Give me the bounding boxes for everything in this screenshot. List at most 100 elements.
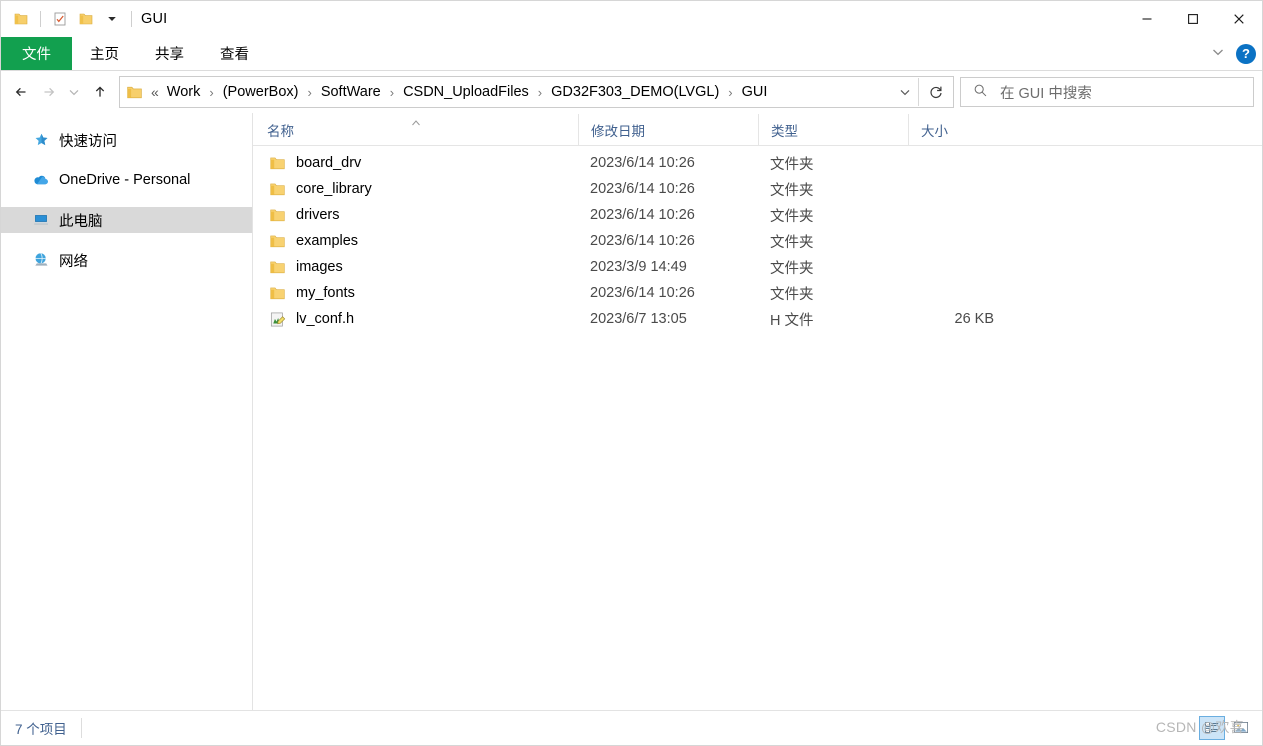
column-header-label: 类型 [771, 123, 798, 139]
title-bar: GUI [1, 1, 1262, 37]
expand-ribbon-chevron-icon[interactable] [1210, 44, 1226, 63]
file-date: 2023/6/14 10:26 [590, 285, 695, 301]
file-type: 文件夹 [770, 208, 814, 225]
column-header-name[interactable]: 名称 [253, 114, 578, 145]
breadcrumb-overflow[interactable]: « [149, 84, 163, 100]
back-button[interactable] [9, 77, 35, 107]
column-header-label: 大小 [921, 123, 948, 139]
view-mode-buttons [1199, 711, 1254, 744]
file-type: 文件夹 [770, 260, 814, 277]
file-date: 2023/6/14 10:26 [590, 181, 695, 197]
breadcrumb: « Work › (PowerBox) › SoftWare › CSDN_Up… [120, 82, 892, 102]
file-type: 文件夹 [770, 234, 814, 251]
up-button[interactable] [87, 77, 113, 107]
table-row[interactable]: images 2023/3/9 14:49 文件夹 [253, 254, 1262, 280]
file-name: drivers [296, 207, 340, 223]
explorer-body: 快速访问 OneDrive - Personal 此电脑 网络 名称 修改日期 … [1, 113, 1262, 710]
file-name: core_library [296, 181, 372, 197]
tab-share[interactable]: 共享 [137, 37, 202, 70]
new-folder-icon[interactable] [74, 7, 98, 31]
breadcrumb-item-0[interactable]: Work [163, 82, 205, 102]
sidebar-item-label: 网络 [59, 253, 88, 270]
breadcrumb-separator-0[interactable]: › [204, 85, 218, 100]
breadcrumb-item-5[interactable]: GUI [738, 82, 772, 102]
qat-separator-1 [40, 11, 41, 27]
sidebar-item-this-pc[interactable]: 此电脑 [1, 207, 252, 233]
qat-separator-2 [131, 11, 132, 27]
maximize-button[interactable] [1170, 1, 1216, 37]
search-box[interactable]: 在 GUI 中搜索 [960, 77, 1254, 107]
sidebar-item-quick-access[interactable]: 快速访问 [1, 127, 252, 153]
file-name-cell: board_drv [253, 155, 578, 172]
column-header-size[interactable]: 大小 [908, 114, 1008, 145]
sidebar-item-label: 快速访问 [59, 133, 117, 150]
breadcrumb-item-2[interactable]: SoftWare [317, 82, 385, 102]
properties-icon[interactable] [48, 7, 72, 31]
column-header-label: 修改日期 [591, 123, 645, 139]
folder-icon [267, 155, 287, 172]
file-type: 文件夹 [770, 182, 814, 199]
tab-file[interactable]: 文件 [1, 37, 72, 70]
folder-icon [267, 285, 287, 302]
breadcrumb-item-1[interactable]: (PowerBox) [219, 82, 303, 102]
breadcrumb-dropdown-icon[interactable] [892, 78, 918, 106]
table-row[interactable]: drivers 2023/6/14 10:26 文件夹 [253, 202, 1262, 228]
breadcrumb-bar[interactable]: « Work › (PowerBox) › SoftWare › CSDN_Up… [119, 76, 954, 108]
sidebar-item-onedrive[interactable]: OneDrive - Personal [1, 167, 252, 193]
sort-ascending-icon [411, 115, 421, 126]
header-file-icon [267, 311, 287, 328]
large-icons-view-icon[interactable] [1228, 716, 1254, 740]
search-input[interactable]: 在 GUI 中搜索 [1000, 82, 1092, 103]
refresh-icon[interactable] [919, 78, 953, 106]
table-row[interactable]: examples 2023/6/14 10:26 文件夹 [253, 228, 1262, 254]
table-row[interactable]: my_fonts 2023/6/14 10:26 文件夹 [253, 280, 1262, 306]
sidebar-item-label: 此电脑 [59, 213, 103, 230]
file-name-cell: my_fonts [253, 285, 578, 302]
ribbon-right-controls: ? [1210, 37, 1256, 70]
file-name: board_drv [296, 155, 362, 171]
file-date: 2023/3/9 14:49 [590, 259, 687, 275]
file-name: my_fonts [296, 285, 355, 301]
window-title: GUI [141, 11, 168, 27]
breadcrumb-separator-2[interactable]: › [385, 85, 399, 100]
sidebar-item-network[interactable]: 网络 [1, 247, 252, 273]
file-name-cell: images [253, 259, 578, 276]
cloud-icon [31, 171, 51, 189]
table-row[interactable]: board_drv 2023/6/14 10:26 文件夹 [253, 150, 1262, 176]
file-name-cell: drivers [253, 207, 578, 224]
help-icon[interactable]: ? [1236, 43, 1256, 64]
network-icon [31, 251, 51, 269]
table-row[interactable]: core_library 2023/6/14 10:26 文件夹 [253, 176, 1262, 202]
folder-icon [267, 233, 287, 250]
breadcrumb-item-3[interactable]: CSDN_UploadFiles [399, 82, 533, 102]
column-header-date-modified[interactable]: 修改日期 [578, 114, 758, 145]
folder-icon [267, 259, 287, 276]
file-date: 2023/6/7 13:05 [590, 311, 687, 327]
breadcrumb-separator-1[interactable]: › [302, 85, 316, 100]
minimize-button[interactable] [1124, 1, 1170, 37]
breadcrumb-separator-4[interactable]: › [723, 85, 737, 100]
column-header-label: 名称 [267, 123, 294, 139]
column-header-type[interactable]: 类型 [758, 114, 908, 145]
navigation-pane: 快速访问 OneDrive - Personal 此电脑 网络 [1, 113, 253, 710]
tab-view[interactable]: 查看 [202, 37, 267, 70]
file-explorer-window: GUI 文件 主页 共享 查看 ? « Work › (PowerBox) › … [0, 0, 1263, 746]
folder-icon[interactable] [9, 7, 33, 31]
forward-button[interactable] [35, 77, 61, 107]
status-bar: 7 个项目 CSDN @欢喜 [1, 710, 1262, 745]
breadcrumb-separator-3[interactable]: › [533, 85, 547, 100]
file-date: 2023/6/14 10:26 [590, 207, 695, 223]
table-row[interactable]: lv_conf.h 2023/6/7 13:05 H 文件 26 KB [253, 306, 1262, 332]
chevron-down-icon[interactable] [100, 7, 124, 31]
file-date: 2023/6/14 10:26 [590, 233, 695, 249]
tab-home[interactable]: 主页 [72, 37, 137, 70]
window-controls [1124, 1, 1262, 37]
breadcrumb-item-4[interactable]: GD32F303_DEMO(LVGL) [547, 82, 723, 102]
recent-locations-chevron-icon[interactable] [61, 77, 87, 107]
folder-icon [267, 181, 287, 198]
breadcrumb-folder-icon [126, 84, 143, 101]
file-type: 文件夹 [770, 286, 814, 303]
details-view-icon[interactable] [1199, 715, 1225, 740]
file-name: images [296, 259, 343, 275]
close-button[interactable] [1216, 1, 1262, 37]
